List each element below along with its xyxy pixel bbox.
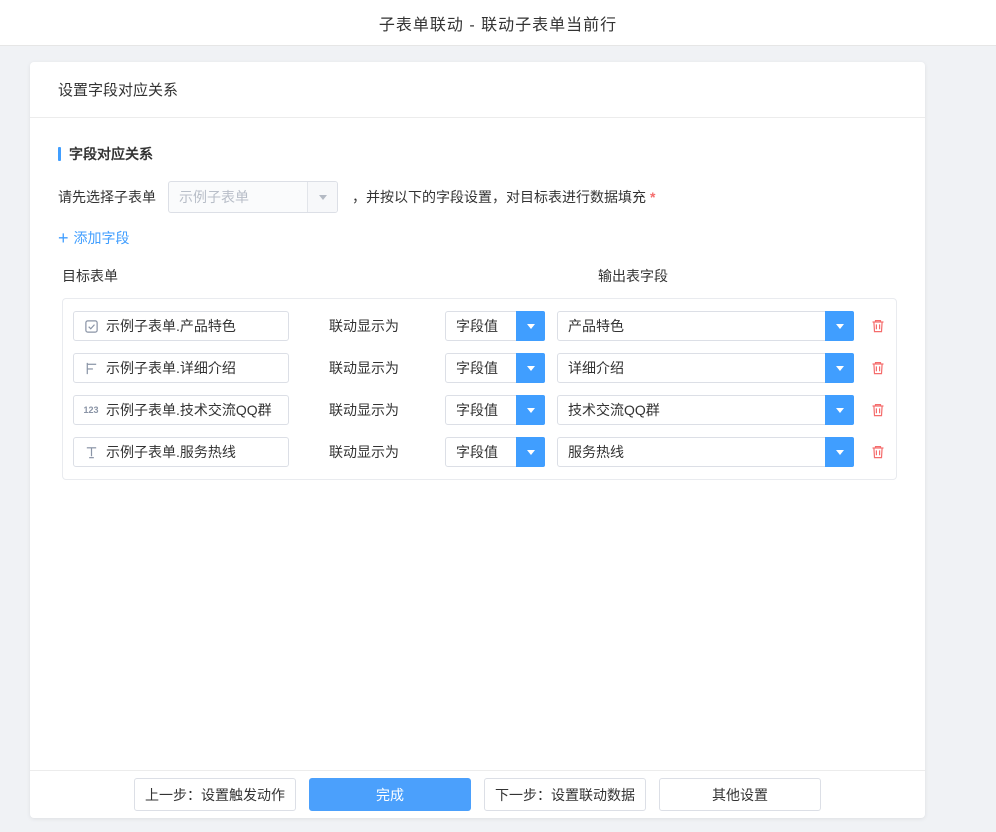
subform-select-label: 请先选择子表单 xyxy=(58,187,156,207)
page-header: 子表单联动 - 联动子表单当前行 xyxy=(0,0,996,46)
subform-select-value: 示例子表单 xyxy=(169,182,307,212)
prev-step-button[interactable]: 上一步：设置触发动作 xyxy=(134,778,296,811)
delete-row-button[interactable] xyxy=(870,360,886,376)
target-field-box[interactable]: 示例子表单.产品特色 xyxy=(73,311,289,341)
output-field-select[interactable]: 服务热线 xyxy=(557,437,854,467)
settings-card: 设置字段对应关系 字段对应关系 请先选择子表单 示例子表单 ，并按以下的字段设置… xyxy=(30,62,925,818)
required-asterisk: * xyxy=(650,189,655,205)
subform-select[interactable]: 示例子表单 xyxy=(168,181,338,213)
add-field-link[interactable]: + 添加字段 xyxy=(58,228,130,248)
card-header: 设置字段对应关系 xyxy=(30,62,925,118)
footer: 上一步：设置触发动作 完成 下一步：设置联动数据 其他设置 xyxy=(30,770,925,818)
delete-row-button[interactable] xyxy=(870,318,886,334)
instruction-text: ，并按以下的字段设置，对目标表进行数据填充 xyxy=(352,187,646,207)
column-header-target: 目标表单 xyxy=(62,266,118,286)
text-icon xyxy=(82,445,100,460)
mapping-row: 123 示例子表单.技术交流QQ群 联动显示为 字段值 技术交流QQ群 xyxy=(63,389,896,431)
output-field-select[interactable]: 详细介绍 xyxy=(557,353,854,383)
chevron-down-icon xyxy=(516,311,545,341)
delete-row-button[interactable] xyxy=(870,402,886,418)
plus-icon: + xyxy=(58,230,69,246)
output-field-select[interactable]: 产品特色 xyxy=(557,311,854,341)
output-select-value: 服务热线 xyxy=(558,438,825,466)
output-select-value: 产品特色 xyxy=(558,312,825,340)
target-field-box[interactable]: 示例子表单.服务热线 xyxy=(73,437,289,467)
chevron-down-icon xyxy=(307,182,337,212)
subform-select-row: 请先选择子表单 示例子表单 ，并按以下的字段设置，对目标表进行数据填充 * xyxy=(58,180,897,214)
card-title: 设置字段对应关系 xyxy=(58,79,178,100)
target-field-label: 示例子表单.服务热线 xyxy=(106,442,236,462)
chevron-down-icon xyxy=(825,395,854,425)
card-body: 字段对应关系 请先选择子表单 示例子表单 ，并按以下的字段设置，对目标表进行数据… xyxy=(30,118,925,770)
chevron-down-icon xyxy=(825,311,854,341)
mapping-row: 示例子表单.服务热线 联动显示为 字段值 服务热线 xyxy=(63,431,896,473)
mode-select[interactable]: 字段值 xyxy=(445,311,545,341)
section-title-label: 字段对应关系 xyxy=(69,144,153,164)
mode-select-value: 字段值 xyxy=(446,312,516,340)
mode-select-value: 字段值 xyxy=(446,438,516,466)
chevron-down-icon xyxy=(516,353,545,383)
relation-label: 联动显示为 xyxy=(329,442,399,462)
relation-label: 联动显示为 xyxy=(329,316,399,336)
finish-button[interactable]: 完成 xyxy=(309,778,471,811)
mapping-rows: 示例子表单.产品特色 联动显示为 字段值 产品特色 xyxy=(62,298,897,480)
target-field-label: 示例子表单.详细介绍 xyxy=(106,358,236,378)
mode-select[interactable]: 字段值 xyxy=(445,437,545,467)
mode-select[interactable]: 字段值 xyxy=(445,353,545,383)
mode-select[interactable]: 字段值 xyxy=(445,395,545,425)
section-title: 字段对应关系 xyxy=(58,144,897,164)
checkbox-icon xyxy=(82,319,100,334)
chevron-down-icon xyxy=(516,437,545,467)
mapping-row: 示例子表单.详细介绍 联动显示为 字段值 详细介绍 xyxy=(63,347,896,389)
output-select-value: 技术交流QQ群 xyxy=(558,396,825,424)
target-field-label: 示例子表单.技术交流QQ群 xyxy=(106,400,272,420)
target-field-box[interactable]: 示例子表单.详细介绍 xyxy=(73,353,289,383)
column-header-output: 输出表字段 xyxy=(598,266,668,286)
relation-label: 联动显示为 xyxy=(329,400,399,420)
output-select-value: 详细介绍 xyxy=(558,354,825,382)
chevron-down-icon xyxy=(825,437,854,467)
chevron-down-icon xyxy=(516,395,545,425)
target-field-label: 示例子表单.产品特色 xyxy=(106,316,236,336)
textarea-icon xyxy=(82,361,100,376)
output-field-select[interactable]: 技术交流QQ群 xyxy=(557,395,854,425)
section-accent-bar xyxy=(58,147,61,161)
next-step-button[interactable]: 下一步：设置联动数据 xyxy=(484,778,646,811)
delete-row-button[interactable] xyxy=(870,444,886,460)
mapping-row: 示例子表单.产品特色 联动显示为 字段值 产品特色 xyxy=(63,305,896,347)
relation-label: 联动显示为 xyxy=(329,358,399,378)
chevron-down-icon xyxy=(825,353,854,383)
page-title: 子表单联动 - 联动子表单当前行 xyxy=(379,11,617,35)
target-field-box[interactable]: 123 示例子表单.技术交流QQ群 xyxy=(73,395,289,425)
column-headers: 目标表单 输出表字段 xyxy=(62,266,897,286)
mode-select-value: 字段值 xyxy=(446,354,516,382)
mode-select-value: 字段值 xyxy=(446,396,516,424)
other-settings-button[interactable]: 其他设置 xyxy=(659,778,821,811)
number-icon: 123 xyxy=(82,405,100,415)
add-field-label: 添加字段 xyxy=(74,228,130,248)
